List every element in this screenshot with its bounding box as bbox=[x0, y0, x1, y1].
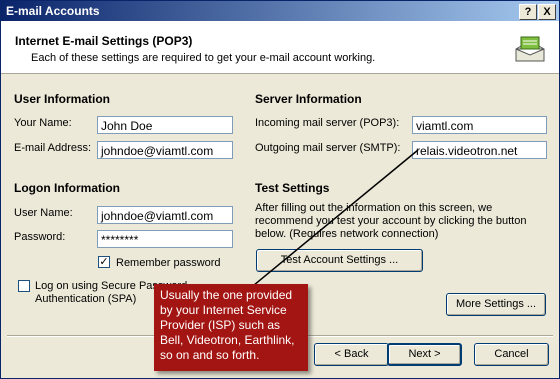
spa-label-line2: Authentication (SPA) bbox=[35, 293, 137, 305]
title-bar: E-mail Accounts ? X bbox=[1, 1, 559, 21]
page-subtitle: Each of these settings are required to g… bbox=[31, 52, 376, 64]
remember-password-label: Remember password bbox=[116, 257, 221, 269]
callout-line4: Bell, Videotron, Earthlink, bbox=[160, 333, 295, 347]
outgoing-server-input[interactable]: relais.videotron.net bbox=[412, 141, 547, 159]
test-desc-line2: recommend you test your account by click… bbox=[255, 215, 527, 227]
envelope-icon bbox=[515, 36, 545, 62]
your-name-label: Your Name: bbox=[14, 117, 72, 129]
your-name-input[interactable]: John Doe bbox=[97, 116, 233, 134]
email-address-label: E-mail Address: bbox=[14, 142, 92, 154]
outgoing-server-label: Outgoing mail server (SMTP): bbox=[255, 142, 401, 154]
user-name-label: User Name: bbox=[14, 207, 73, 219]
test-desc-line1: After filling out the information on thi… bbox=[255, 202, 493, 214]
incoming-server-input[interactable]: viamtl.com bbox=[412, 116, 547, 134]
user-info-heading: User Information bbox=[14, 92, 111, 106]
more-settings-button[interactable]: More Settings ... bbox=[446, 293, 546, 316]
callout-line3: Provider (ISP) such as bbox=[160, 318, 281, 332]
callout-line2: by your Internet Service bbox=[160, 303, 287, 317]
close-button[interactable]: X bbox=[538, 4, 556, 20]
test-desc-line3: below. (Requires network connection) bbox=[255, 228, 439, 240]
page-title: Internet E-mail Settings (POP3) bbox=[15, 34, 193, 48]
logon-info-heading: Logon Information bbox=[14, 181, 120, 195]
cancel-button[interactable]: Cancel bbox=[474, 343, 549, 366]
incoming-server-label: Incoming mail server (POP3): bbox=[255, 117, 400, 129]
remember-password-checkbox[interactable]: ✓ bbox=[98, 256, 110, 268]
test-account-settings-button[interactable]: Test Account Settings ... bbox=[256, 249, 423, 272]
test-settings-heading: Test Settings bbox=[255, 181, 330, 195]
email-address-input[interactable]: johndoe@viamtl.com bbox=[97, 141, 233, 159]
spa-checkbox[interactable] bbox=[18, 280, 30, 292]
back-button[interactable]: < Back bbox=[314, 343, 389, 366]
user-name-input[interactable]: johndoe@viamtl.com bbox=[97, 206, 233, 224]
password-input[interactable]: ******** bbox=[97, 230, 233, 248]
next-button[interactable]: Next > bbox=[387, 343, 462, 366]
isp-callout: Usually the one provided by your Interne… bbox=[154, 284, 308, 371]
password-label: Password: bbox=[14, 231, 66, 243]
callout-line1: Usually the one provided bbox=[160, 288, 293, 302]
header-panel: Internet E-mail Settings (POP3) Each of … bbox=[1, 21, 559, 74]
callout-line5: so on and so forth. bbox=[160, 348, 260, 362]
window-title: E-mail Accounts bbox=[6, 4, 100, 18]
server-info-heading: Server Information bbox=[255, 92, 362, 106]
help-button[interactable]: ? bbox=[519, 4, 537, 20]
